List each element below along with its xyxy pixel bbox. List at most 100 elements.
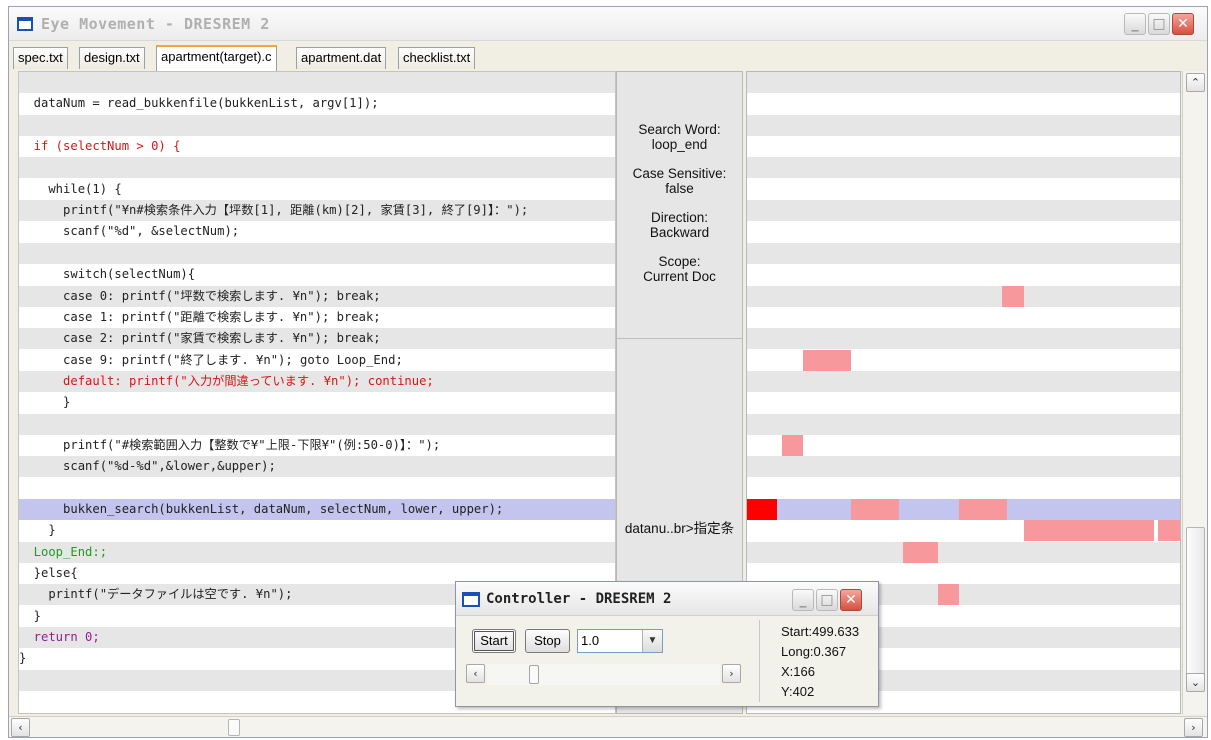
slider-thumb[interactable] <box>528 665 539 684</box>
chevron-right-icon: › <box>729 667 734 680</box>
row-stripe <box>19 72 615 93</box>
stop-button[interactable]: Stop <box>525 629 570 653</box>
tab-checklist[interactable]: checklist.txt <box>398 47 476 69</box>
code-line[interactable]: } <box>19 606 41 627</box>
code-line[interactable]: }else{ <box>19 563 78 584</box>
code-line[interactable]: Loop_End:; <box>19 542 107 563</box>
tab-apartment-dat[interactable]: apartment.dat <box>296 47 387 69</box>
window-title: Eye Movement - DRESREM 2 <box>41 15 270 33</box>
gaze-mark <box>1158 520 1180 542</box>
code-line[interactable]: printf("#検索範囲入力【整数で¥"上限-下限¥"(例:50-0)】：")… <box>19 435 440 456</box>
code-line[interactable]: while(1) { <box>19 179 121 200</box>
controller-minimize-button[interactable]: _ <box>792 589 814 611</box>
gaze-mark <box>937 584 960 606</box>
tab-design[interactable]: design.txt <box>79 47 145 69</box>
row-stripe <box>747 370 1180 392</box>
code-line[interactable]: case 2: printf("家賃で検索します. ¥n"); break; <box>19 328 381 349</box>
close-icon: ✕ <box>845 592 857 608</box>
minimize-icon: _ <box>1131 16 1139 32</box>
vertical-scroll-thumb[interactable] <box>1186 527 1205 677</box>
code-line[interactable]: case 9: printf("終了します. ¥n"); goto Loop_E… <box>19 350 403 371</box>
controller-window: Controller - DRESREM 2 _ □ ✕ Start Stop … <box>455 581 879 707</box>
close-icon: ✕ <box>1177 16 1189 32</box>
controller-window-icon <box>462 592 480 607</box>
vertical-scrollbar[interactable]: ⌃ ⌄ <box>1182 71 1207 714</box>
code-line[interactable]: printf("データファイルは空です. ¥n"); <box>19 584 292 605</box>
code-line[interactable]: printf("¥n#検索条件入力【坪数[1], 距離(km)[2], 家賃[3… <box>19 200 528 221</box>
speed-select[interactable]: 1.0 ▼ <box>577 629 663 653</box>
stat-start: Start:499.633 <box>781 624 860 639</box>
row-stripe <box>747 157 1180 179</box>
code-line[interactable]: if (selectNum > 0) { <box>19 136 181 157</box>
code-line[interactable]: scanf("%d", &selectNum); <box>19 221 239 242</box>
tab-apartment-target[interactable]: apartment(target).c <box>156 45 277 71</box>
tab-spec[interactable]: spec.txt <box>13 47 68 69</box>
code-line[interactable]: case 1: printf("距離で検索します. ¥n"); break; <box>19 307 381 328</box>
case-sensitive-label: Case Sensitive: <box>632 166 727 181</box>
row-stripe <box>747 114 1180 136</box>
row-stripe <box>747 413 1180 435</box>
code-line[interactable]: dataNum = read_bukkenfile(bukkenList, ar… <box>19 93 379 114</box>
maximize-icon: □ <box>820 592 834 608</box>
scroll-right-button[interactable]: › <box>1184 718 1203 737</box>
minimize-icon: _ <box>799 592 807 608</box>
search-word-value: loop_end <box>651 137 708 152</box>
close-button[interactable]: ✕ <box>1172 13 1194 35</box>
search-word-label: Search Word: <box>638 122 721 137</box>
start-button[interactable]: Start <box>472 629 516 653</box>
chevron-left-icon: ‹ <box>473 667 478 680</box>
row-stripe <box>19 157 615 179</box>
scroll-up-button[interactable]: ⌃ <box>1186 73 1205 92</box>
code-line[interactable]: switch(selectNum){ <box>19 264 195 285</box>
search-settings: Search Word: loop_end Case Sensitive: fals… <box>617 122 742 298</box>
case-sensitive-value: false <box>665 181 694 196</box>
title-bar[interactable]: Eye Movement - DRESREM 2 _ □ ✕ <box>9 7 1207 41</box>
gaze-mark <box>850 499 899 520</box>
row-stripe <box>747 541 1180 563</box>
minimize-button[interactable]: _ <box>1124 13 1146 35</box>
horizontal-scroll-thumb[interactable] <box>228 719 240 736</box>
code-line[interactable]: default: printf("入力が間違っています. ¥n"); conti… <box>19 371 434 392</box>
row-stripe <box>19 541 615 563</box>
horizontal-scrollbar[interactable]: ‹ › <box>9 716 1207 737</box>
row-stripe <box>19 242 615 264</box>
stat-y: Y:402 <box>781 684 815 699</box>
chevron-up-icon: ⌃ <box>1190 76 1201 89</box>
gaze-mark <box>959 499 1007 520</box>
window-icon <box>17 17 33 31</box>
slider-left-button[interactable]: ‹ <box>466 664 485 683</box>
gaze-mark <box>781 434 804 456</box>
playback-slider[interactable]: ‹ › <box>466 664 741 685</box>
code-line[interactable]: case 0: printf("坪数で検索します. ¥n"); break; <box>19 286 381 307</box>
direction-value: Backward <box>649 225 710 240</box>
maximize-button[interactable]: □ <box>1148 13 1170 35</box>
slider-track[interactable] <box>487 664 720 685</box>
row-stripe <box>747 456 1180 478</box>
row-stripe <box>19 413 615 435</box>
controller-close-button[interactable]: ✕ <box>840 589 862 611</box>
chevron-down-icon[interactable]: ▼ <box>642 630 662 652</box>
slider-right-button[interactable]: › <box>722 664 741 683</box>
gaze-mark <box>1024 520 1154 542</box>
controller-maximize-button[interactable]: □ <box>816 589 838 611</box>
direction-label: Direction: <box>650 210 709 225</box>
row-stripe <box>747 328 1180 350</box>
code-line[interactable]: } <box>19 392 70 413</box>
chevron-right-icon: › <box>1191 721 1196 734</box>
chevron-down-icon: ⌄ <box>1190 676 1201 689</box>
controller-separator <box>759 620 760 702</box>
scroll-left-button[interactable]: ‹ <box>11 718 30 737</box>
row-stripe <box>747 72 1180 93</box>
code-line[interactable]: } <box>19 520 55 541</box>
row-stripe <box>747 242 1180 264</box>
code-line[interactable]: scanf("%d-%d",&lower,&upper); <box>19 456 276 477</box>
code-line[interactable]: return 0; <box>19 627 100 648</box>
controller-title-bar[interactable]: Controller - DRESREM 2 _ □ ✕ <box>456 582 878 616</box>
playback-stats: Start:499.633 Long:0.367 X:166 Y:402 <box>781 622 859 702</box>
code-line[interactable]: bukken_search(bukkenList, dataNum, selec… <box>19 499 503 520</box>
gaze-mark <box>902 541 938 563</box>
code-line[interactable]: } <box>19 648 26 669</box>
scroll-down-button[interactable]: ⌄ <box>1186 673 1205 692</box>
maximize-icon: □ <box>1152 16 1166 32</box>
scope-label: Scope: <box>658 254 701 269</box>
